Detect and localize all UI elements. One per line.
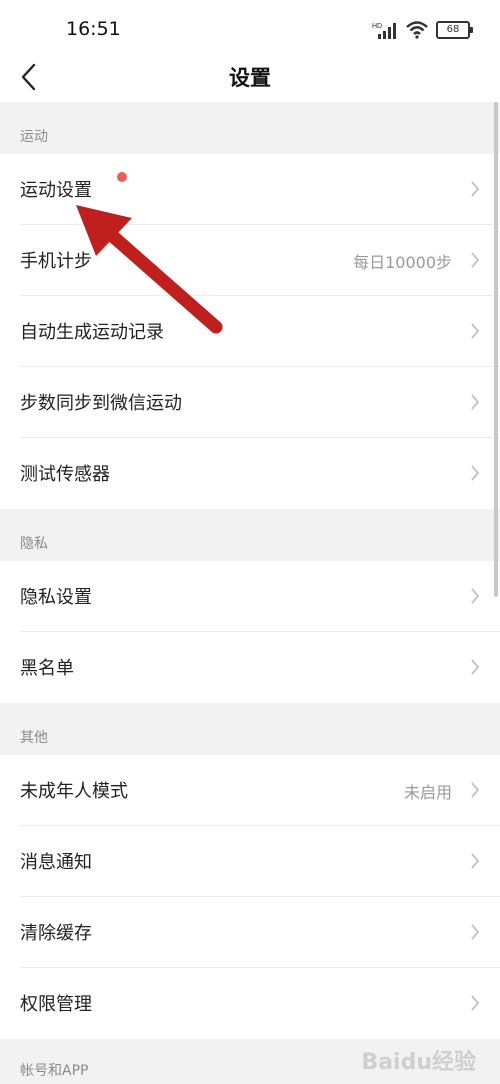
row-phone-pedometer[interactable]: 手机计步 每日10000步 [0, 225, 500, 296]
row-label: 清除缓存 [20, 923, 92, 944]
chevron-right-icon [471, 782, 480, 798]
chevron-right-icon [471, 588, 480, 604]
page-title: 设置 [229, 66, 271, 90]
row-sport-settings[interactable]: 运动设置 [0, 154, 500, 225]
row-blacklist[interactable]: 黑名单 [0, 632, 500, 703]
chevron-right-icon [471, 659, 480, 675]
row-label: 隐私设置 [20, 587, 92, 608]
notification-dot [117, 172, 127, 182]
wifi-icon [406, 21, 428, 39]
row-value: 每日10000步 [353, 253, 452, 272]
section-header-other: 其他 [0, 703, 500, 755]
row-sync-wechat[interactable]: 步数同步到微信运动 [0, 367, 500, 438]
chevron-right-icon [471, 394, 480, 410]
row-minor-mode[interactable]: 未成年人模式 未启用 [0, 755, 500, 826]
row-label: 消息通知 [20, 852, 92, 873]
section-header-sport: 运动 [0, 102, 500, 154]
section-label: 帐号和APP [20, 1063, 89, 1079]
status-bar: 16:51 HD 68 [0, 0, 500, 58]
row-label: 未成年人模式 [20, 781, 128, 802]
row-value: 未启用 [403, 783, 452, 802]
status-icons: HD 68 [372, 18, 473, 42]
section-header-privacy: 隐私 [0, 509, 500, 561]
row-label: 步数同步到微信运动 [20, 393, 182, 414]
battery-icon: 68 [436, 21, 473, 39]
row-label: 自动生成运动记录 [20, 322, 164, 343]
chevron-right-icon [471, 323, 480, 339]
row-notifications[interactable]: 消息通知 [0, 826, 500, 897]
chevron-right-icon [471, 995, 480, 1011]
status-time: 16:51 [66, 18, 121, 40]
row-clear-cache[interactable]: 清除缓存 [0, 897, 500, 968]
row-auto-record[interactable]: 自动生成运动记录 [0, 296, 500, 367]
section-label: 运动 [20, 129, 48, 145]
nav-bar: 设置 [0, 58, 500, 102]
signal-icon: HD [372, 23, 396, 39]
row-label: 手机计步 [20, 251, 92, 272]
chevron-right-icon [471, 181, 480, 197]
watermark-logo: Baidu经验 [361, 1050, 476, 1075]
chevron-right-icon [471, 465, 480, 481]
section-label: 隐私 [20, 536, 48, 552]
row-privacy-settings[interactable]: 隐私设置 [0, 561, 500, 632]
row-label: 运动设置 [20, 172, 127, 202]
chevron-right-icon [471, 252, 480, 268]
row-label: 黑名单 [20, 658, 74, 679]
chevron-right-icon [471, 924, 480, 940]
row-test-sensor[interactable]: 测试传感器 [0, 438, 500, 509]
scrollbar[interactable] [494, 102, 498, 597]
chevron-right-icon [471, 853, 480, 869]
svg-text:HD: HD [372, 23, 382, 30]
row-permissions[interactable]: 权限管理 [0, 968, 500, 1039]
row-label: 测试传感器 [20, 464, 110, 485]
row-label: 权限管理 [20, 994, 92, 1015]
section-label: 其他 [20, 730, 48, 746]
